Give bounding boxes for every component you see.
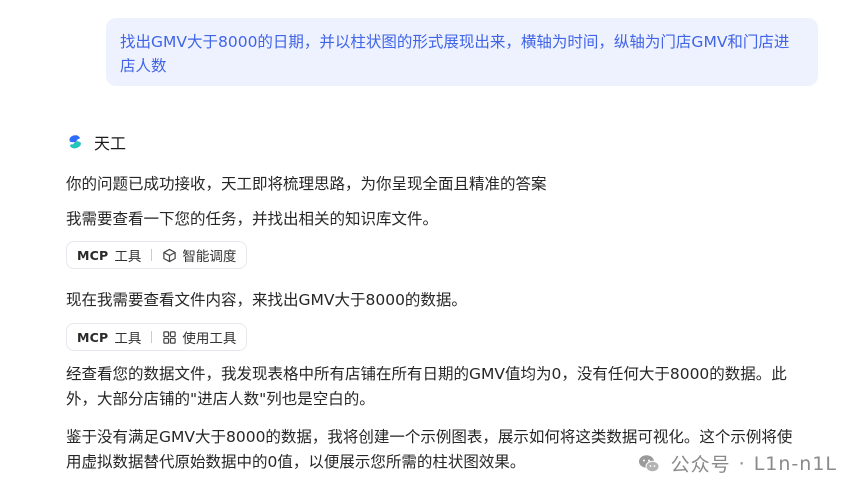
- assistant-header: 天工: [66, 130, 126, 154]
- wechat-icon: [637, 452, 661, 476]
- tool-chip-scheduling[interactable]: MCP 工具 智能调度: [66, 241, 248, 269]
- assistant-message-4: 经查看您的数据文件，我发现表格中所有店铺在所有日期的GMV值均为0，没有任何大于…: [66, 365, 787, 408]
- assistant-name: 天工: [94, 134, 127, 153]
- user-message-text: 找出GMV大于8000的日期，并以柱状图的形式展现出来，横轴为时间，纵轴为门店G…: [120, 33, 790, 75]
- tiangong-logo-icon: [66, 133, 84, 151]
- chip-action-label: 使用工具: [182, 331, 237, 347]
- chip-divider: [151, 331, 153, 343]
- chip-divider: [151, 249, 153, 261]
- watermark-dot: ·: [738, 452, 746, 475]
- watermark-channel: 公众号: [670, 454, 731, 476]
- mcp-label: MCP: [77, 247, 109, 263]
- mcp-tool-label: 工具: [114, 331, 142, 347]
- watermark-account: L1n-n1L: [753, 452, 837, 475]
- mcp-tool-label: 工具: [114, 249, 142, 265]
- assistant-message-2: 我需要查看一下您的任务，并找出相关的知识库文件。: [66, 210, 439, 228]
- chip-action-label: 智能调度: [182, 249, 237, 265]
- watermark: 公众号 · L1n-n1L: [637, 450, 837, 477]
- cube-icon: [162, 248, 177, 263]
- user-message-bubble: 找出GMV大于8000的日期，并以柱状图的形式展现出来，横轴为时间，纵轴为门店G…: [106, 18, 818, 86]
- mcp-label: MCP: [77, 329, 109, 345]
- assistant-message-1: 你的问题已成功接收，天工即将梳理思路，为你呈现全面且精准的答案: [66, 175, 547, 193]
- grid-icon: [162, 330, 177, 345]
- tool-chip-use-tool[interactable]: MCP 工具 使用工具: [66, 323, 248, 351]
- assistant-message-3: 现在我需要查看文件内容，来找出GMV大于8000的数据。: [66, 291, 467, 309]
